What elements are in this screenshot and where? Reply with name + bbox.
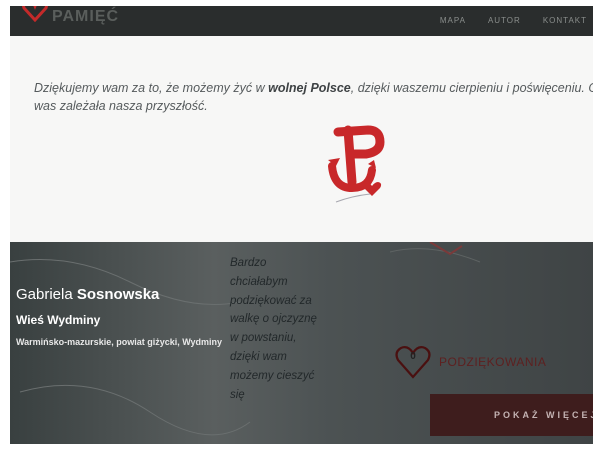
- nav-item-mapa[interactable]: MAPA: [440, 16, 466, 25]
- thanks-counter[interactable]: 0 PODZIĘKOWANIA: [393, 344, 546, 380]
- main-nav: MAPA AUTOR KONTAKT: [440, 16, 587, 25]
- last-name: Sosnowska: [76, 286, 160, 303]
- screen: PAMIĘĆ MAPA AUTOR KONTAKT Dziękujemy wam…: [10, 6, 593, 444]
- nav-item-kontakt[interactable]: KONTAKT: [543, 16, 587, 25]
- region-text: Warmińsko-mazurskie, powiat giżycki, Wyd…: [16, 337, 223, 347]
- show-more-button[interactable]: POKAŻ WIĘCEJ: [430, 394, 593, 436]
- thank-you-quote: Dziękujemy wam za to, że możemy żyć w wo…: [34, 80, 593, 113]
- person-name: Gabriela Sosnowska: [16, 286, 159, 303]
- thanks-count: 0: [410, 351, 416, 362]
- heart-logo-icon: [22, 6, 48, 22]
- nav-item-autor[interactable]: AUTOR: [488, 16, 521, 25]
- thank-you-message: Bardzo chciałabym podziękować za walkę o…: [230, 257, 317, 401]
- thanks-label: PODZIĘKOWANIA: [439, 355, 547, 369]
- first-name: Gabriela: [16, 286, 73, 303]
- kotwica-icon: [328, 125, 385, 203]
- top-navigation-bar: PAMIĘĆ MAPA AUTOR KONTAKT: [10, 6, 593, 36]
- heart-outline-icon[interactable]: 0: [393, 344, 433, 380]
- village-name: Wieś Wydminy: [16, 313, 101, 327]
- message-panel: Dziękujemy wam za to, że możemy żyć w wo…: [10, 36, 593, 242]
- site-logo-text[interactable]: PAMIĘĆ: [52, 8, 119, 26]
- entry-section: Gabriela Sosnowska Wieś Wydminy Warmińsk…: [10, 242, 593, 444]
- heart-outline-shape: [395, 346, 431, 379]
- quote-emphasis: wolnej Polsce: [268, 80, 351, 95]
